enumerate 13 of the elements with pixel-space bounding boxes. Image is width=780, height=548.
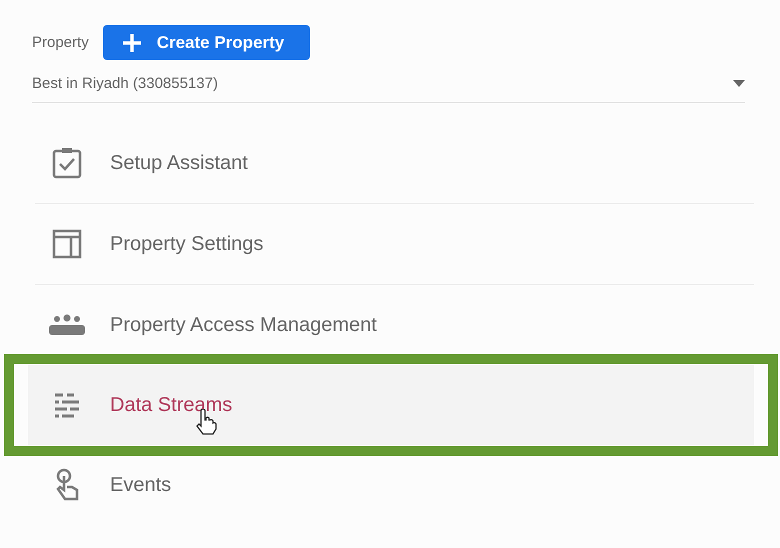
menu-item[interactable]: Data Streams [28, 365, 754, 445]
dropdown-caret-icon [733, 80, 745, 87]
menu-item[interactable]: Property Settings [35, 204, 754, 285]
property-dropdown[interactable]: Best in Riyadh (330855137) [32, 75, 745, 103]
property-label: Property [32, 34, 89, 51]
clipboard-check-icon [52, 147, 82, 179]
people-icon [48, 314, 86, 336]
menu-item[interactable]: Property Access Management [28, 285, 754, 365]
menu-item[interactable]: Events [28, 445, 754, 525]
plus-icon [120, 32, 143, 54]
create-property-button[interactable]: Create Property [102, 25, 310, 60]
menu-item[interactable]: Setup Assistant [35, 123, 754, 204]
layout-icon [52, 229, 82, 259]
